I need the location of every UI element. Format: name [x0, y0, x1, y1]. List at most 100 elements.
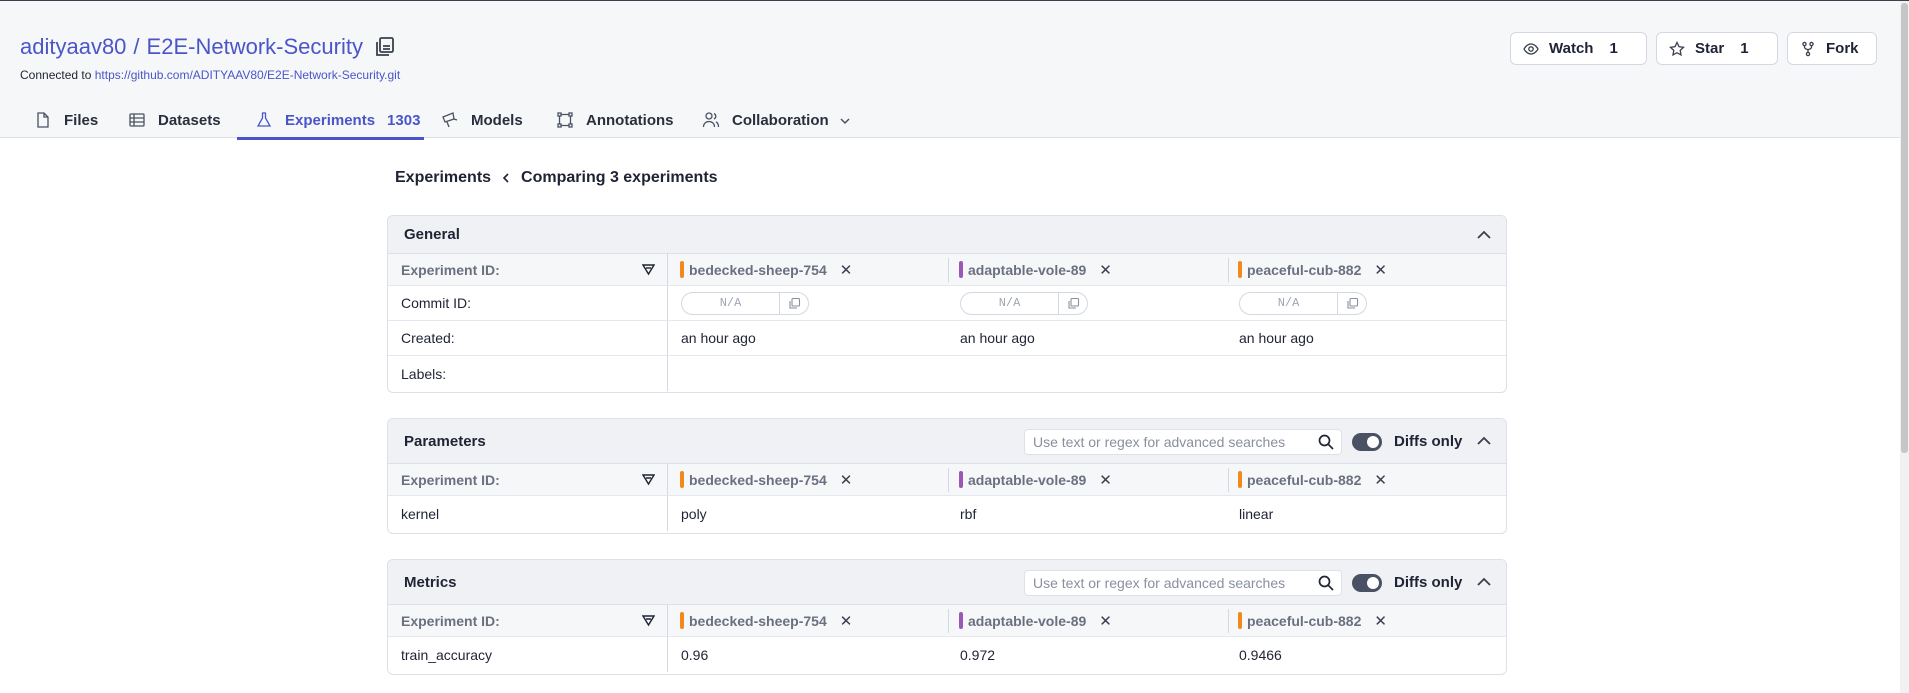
diffs-only-toggle[interactable] — [1352, 433, 1382, 451]
chevron-up-icon[interactable] — [1474, 225, 1494, 245]
experiment-name[interactable]: bedecked-sheep-754 — [689, 262, 827, 278]
tab-models-label: Models — [471, 111, 523, 129]
commit-id-text: N/A — [1240, 292, 1338, 314]
created-row: Created: an hour ago an hour ago an hour… — [388, 321, 1506, 356]
metric-value: 0.9466 — [1239, 646, 1282, 663]
tab-annotations-label: Annotations — [586, 111, 674, 129]
experiment-id-row: Experiment ID: bedecked-sheep-754 ✕ adapt… — [388, 464, 1506, 496]
fork-label: Fork — [1826, 40, 1859, 57]
metric-value: 0.972 — [960, 646, 996, 663]
repo-name-link[interactable]: E2E-Network-Security — [147, 34, 363, 60]
experiment-id-label-text: Experiment ID: — [401, 471, 500, 488]
experiment-color-bar — [1238, 612, 1242, 629]
experiment-name[interactable]: peaceful-cub-882 — [1247, 472, 1361, 488]
metric-key: train_accuracy — [388, 637, 668, 672]
experiment-name[interactable]: bedecked-sheep-754 — [689, 472, 827, 488]
close-icon[interactable]: ✕ — [840, 471, 853, 489]
filter-icon[interactable] — [641, 614, 656, 627]
diffs-only-toggle[interactable] — [1352, 574, 1382, 592]
copy-icon[interactable] — [780, 297, 808, 310]
commit-id-text: N/A — [961, 292, 1059, 314]
connected-url-link[interactable]: https://github.com/ADITYAAV80/E2E-Networ… — [95, 68, 400, 82]
experiment-id-label: Experiment ID: — [388, 254, 668, 285]
experiment-name[interactable]: adaptable-vole-89 — [968, 262, 1086, 278]
experiment-name[interactable]: peaceful-cub-882 — [1247, 262, 1361, 278]
repo-owner-link[interactable]: adityaav80 — [20, 34, 126, 60]
scrollbar-thumb[interactable] — [1901, 3, 1908, 453]
commit-id-text: N/A — [682, 292, 780, 314]
metrics-panel-header[interactable]: Metrics Diffs only — [388, 560, 1506, 605]
tab-collaboration-label: Collaboration — [732, 111, 829, 129]
tab-experiments[interactable]: Experiments 1303 — [237, 101, 424, 140]
copy-icon[interactable] — [1059, 297, 1087, 310]
tab-annotations[interactable]: Annotations — [556, 101, 674, 139]
close-icon[interactable]: ✕ — [1374, 471, 1387, 489]
close-icon[interactable]: ✕ — [840, 612, 853, 630]
experiment-chip: adaptable-vole-89 ✕ — [959, 605, 1112, 636]
copy-icon[interactable] — [1338, 297, 1366, 310]
experiments-count-badge: 1303 — [387, 111, 421, 129]
parameter-key: kernel — [388, 496, 668, 531]
parameters-panel-header[interactable]: Parameters Diffs only — [388, 419, 1506, 464]
experiment-id-row: Experiment ID: bedecked-sheep-754 ✕ adapt… — [388, 254, 1506, 286]
search-icon[interactable] — [1317, 574, 1335, 592]
tab-collaboration[interactable]: Collaboration — [702, 101, 851, 139]
annotation-icon — [556, 111, 574, 129]
experiment-name[interactable]: adaptable-vole-89 — [968, 613, 1086, 629]
experiment-chip: bedecked-sheep-754 ✕ — [680, 605, 852, 636]
parameter-value: poly — [681, 505, 707, 522]
page-scrollbar[interactable] — [1900, 1, 1909, 693]
close-icon[interactable]: ✕ — [1099, 261, 1112, 279]
experiment-name[interactable]: adaptable-vole-89 — [968, 472, 1086, 488]
labels-label: Labels: — [388, 356, 668, 391]
created-value: an hour ago — [681, 330, 756, 346]
metric-row: train_accuracy 0.96 0.972 0.9466 — [388, 637, 1506, 672]
repo-title: adityaav80 / E2E-Network-Security — [20, 34, 397, 60]
tab-files-label: Files — [64, 111, 99, 129]
metrics-panel: Metrics Diffs only Experiment ID: bedeck… — [387, 559, 1507, 675]
tab-datasets[interactable]: Datasets — [128, 101, 221, 139]
experiment-color-bar — [959, 261, 963, 278]
filter-icon[interactable] — [641, 473, 656, 486]
close-icon[interactable]: ✕ — [1099, 612, 1112, 630]
close-icon[interactable]: ✕ — [1099, 471, 1112, 489]
experiment-chip: peaceful-cub-882 ✕ — [1238, 464, 1387, 495]
search-icon[interactable] — [1317, 433, 1335, 451]
tab-models[interactable]: Models — [441, 101, 523, 139]
chevron-up-icon[interactable] — [1474, 572, 1494, 592]
experiment-color-bar — [680, 612, 684, 629]
labels-row: Labels: — [388, 356, 1506, 391]
fork-button[interactable]: Fork — [1787, 32, 1877, 65]
tab-experiments-label: Experiments — [285, 111, 376, 129]
parameters-search — [1024, 429, 1342, 455]
metrics-search — [1024, 570, 1342, 596]
filter-icon[interactable] — [641, 263, 656, 276]
chevron-up-icon[interactable] — [1474, 431, 1494, 451]
general-panel-header[interactable]: General — [388, 216, 1506, 254]
metrics-search-input[interactable] — [1025, 574, 1305, 592]
tab-files[interactable]: Files — [34, 101, 98, 139]
close-icon[interactable]: ✕ — [840, 261, 853, 279]
watch-button[interactable]: Watch 1 — [1510, 32, 1647, 65]
dataset-icon — [128, 111, 146, 129]
breadcrumb: Experiments Comparing 3 experiments — [395, 169, 718, 187]
star-button[interactable]: Star 1 — [1656, 32, 1778, 65]
experiment-chip: peaceful-cub-882 ✕ — [1238, 605, 1387, 636]
experiment-name[interactable]: bedecked-sheep-754 — [689, 613, 827, 629]
breadcrumb-current: Comparing 3 experiments — [521, 169, 718, 186]
parameters-search-input[interactable] — [1025, 433, 1305, 451]
experiment-name[interactable]: peaceful-cub-882 — [1247, 613, 1361, 629]
experiment-chip: bedecked-sheep-754 ✕ — [680, 464, 852, 495]
breadcrumb-experiments-link[interactable]: Experiments — [395, 169, 491, 187]
parameters-title: Parameters — [404, 432, 486, 450]
copy-icon[interactable] — [373, 35, 397, 59]
experiment-color-bar — [1238, 261, 1242, 278]
commit-id-value: N/A — [1239, 286, 1367, 320]
commit-id-row: Commit ID: N/A N/A N/A — [388, 286, 1506, 321]
commit-id-value: N/A — [681, 286, 809, 320]
close-icon[interactable]: ✕ — [1374, 612, 1387, 630]
close-icon[interactable]: ✕ — [1374, 261, 1387, 279]
repo-header: adityaav80 / E2E-Network-Security Connec… — [0, 1, 1900, 140]
file-icon — [34, 111, 52, 129]
chevron-left-icon[interactable] — [501, 170, 511, 186]
